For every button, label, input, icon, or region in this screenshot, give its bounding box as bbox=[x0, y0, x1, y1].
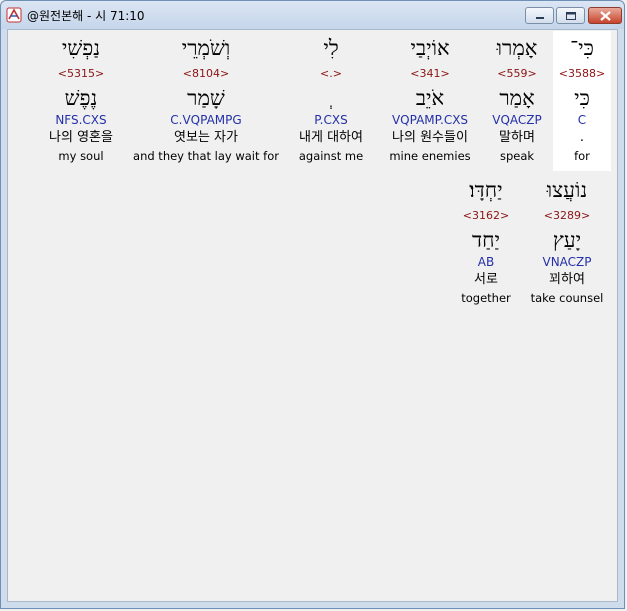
hebrew-lemma: יַחַד bbox=[471, 228, 501, 252]
hebrew-word: אָמְרוּ bbox=[496, 36, 538, 60]
hebrew-word: כִּי־ bbox=[570, 36, 594, 60]
word-cell[interactable]: יַחְדָּו׃ <3162> יַחַד AB 서로 together bbox=[450, 173, 522, 313]
strong-number[interactable]: <3289> bbox=[524, 209, 610, 223]
morphology-code: VQACZP bbox=[492, 113, 542, 127]
strong-number[interactable]: <3162> bbox=[450, 209, 522, 223]
app-logo-icon[interactable] bbox=[6, 7, 22, 23]
english-gloss: mine enemies bbox=[389, 149, 471, 163]
hebrew-word: אוֹיְבַי bbox=[410, 36, 450, 60]
strong-number[interactable]: <341> bbox=[381, 67, 479, 81]
maximize-icon bbox=[566, 12, 576, 20]
interlinear-panel: כִּי־ <3588> כִּי C . for אָמְרוּ <559> … bbox=[7, 29, 618, 602]
korean-gloss: 내게 대하여 bbox=[299, 130, 363, 145]
hebrew-lemma: אֹיֵב bbox=[415, 86, 445, 110]
hebrew-word: יַחְדָּו׃ bbox=[469, 178, 503, 202]
korean-gloss: 말하며 bbox=[499, 130, 535, 145]
morphology-code: VQPAMP.CXS bbox=[391, 113, 469, 127]
korean-gloss: . bbox=[579, 130, 585, 145]
english-gloss: and they that lay wait for bbox=[133, 149, 279, 163]
morphology-code: AB bbox=[477, 255, 495, 269]
word-cell[interactable]: נוֹעֲצוּ <3289> יָעַץ VNACZP 꾀하여 take co… bbox=[524, 173, 610, 313]
english-gloss: against me bbox=[298, 149, 364, 163]
hebrew-word: נַפְשִׁי bbox=[61, 36, 101, 60]
hebrew-lemma: כִּי bbox=[574, 86, 590, 110]
strong-number[interactable]: <559> bbox=[482, 67, 552, 81]
maximize-button[interactable] bbox=[556, 7, 585, 24]
hebrew-word: נוֹעֲצוּ bbox=[546, 178, 588, 202]
app-window: @원전본해 - 시 71:10 כִּי־ <3588> כִּי C . fo… bbox=[0, 0, 625, 609]
minimize-icon bbox=[536, 17, 544, 19]
word-cell[interactable]: כִּי־ <3588> כִּי C . for bbox=[553, 31, 611, 171]
strong-number[interactable]: <5315> bbox=[36, 67, 126, 81]
word-cell[interactable]: וְשֹׁמְרֵי <8104> שָׁמַר C.VQPAMPG 엿보는 자… bbox=[130, 31, 282, 171]
korean-gloss: 엿보는 자가 bbox=[174, 130, 238, 145]
hebrew-lemma: נֶפֶשׁ bbox=[64, 86, 98, 110]
hebrew-word: וְשֹׁמְרֵי bbox=[181, 36, 231, 60]
korean-gloss: 서로 bbox=[474, 272, 498, 287]
korean-gloss: 나의 원수들이 bbox=[392, 130, 468, 145]
english-gloss: for bbox=[574, 149, 590, 163]
strong-number[interactable]: <8104> bbox=[130, 67, 282, 81]
hebrew-lemma: ְ bbox=[288, 85, 374, 111]
english-gloss: together bbox=[461, 291, 511, 305]
hebrew-lemma: יָעַץ bbox=[552, 228, 582, 252]
english-gloss: take counsel bbox=[530, 291, 604, 305]
word-cell[interactable]: לִי <.> ְ P.CXS 내게 대하여 against me bbox=[288, 31, 374, 171]
morphology-code: NFS.CXS bbox=[55, 113, 107, 127]
close-icon bbox=[600, 11, 611, 21]
title-bar[interactable]: @원전본해 - 시 71:10 bbox=[1, 1, 624, 29]
window-title: @원전본해 - 시 71:10 bbox=[27, 9, 145, 23]
morphology-code: P.CXS bbox=[314, 113, 348, 127]
strong-number[interactable]: <.> bbox=[288, 67, 374, 81]
strong-number[interactable]: <3588> bbox=[553, 67, 611, 81]
morphology-code: C bbox=[577, 113, 587, 127]
close-button[interactable] bbox=[588, 7, 622, 24]
english-gloss: my soul bbox=[58, 149, 104, 163]
word-cell[interactable]: אוֹיְבַי <341> אֹיֵב VQPAMP.CXS 나의 원수들이 … bbox=[381, 31, 479, 171]
hebrew-word: לִי bbox=[323, 36, 339, 60]
hebrew-lemma: שָׁמַר bbox=[187, 86, 225, 110]
hebrew-lemma: אָמַר bbox=[499, 86, 535, 110]
morphology-code: VNACZP bbox=[542, 255, 592, 269]
minimize-button[interactable] bbox=[525, 7, 554, 24]
morphology-code: C.VQPAMPG bbox=[170, 113, 242, 127]
word-cell[interactable]: אָמְרוּ <559> אָמַר VQACZP 말하며 speak bbox=[482, 31, 552, 171]
korean-gloss: 나의 영혼을 bbox=[49, 130, 113, 145]
english-gloss: speak bbox=[499, 149, 535, 163]
korean-gloss: 꾀하여 bbox=[549, 272, 585, 287]
word-cell[interactable]: נַפְשִׁי <5315> נֶפֶשׁ NFS.CXS 나의 영혼을 my… bbox=[36, 31, 126, 171]
